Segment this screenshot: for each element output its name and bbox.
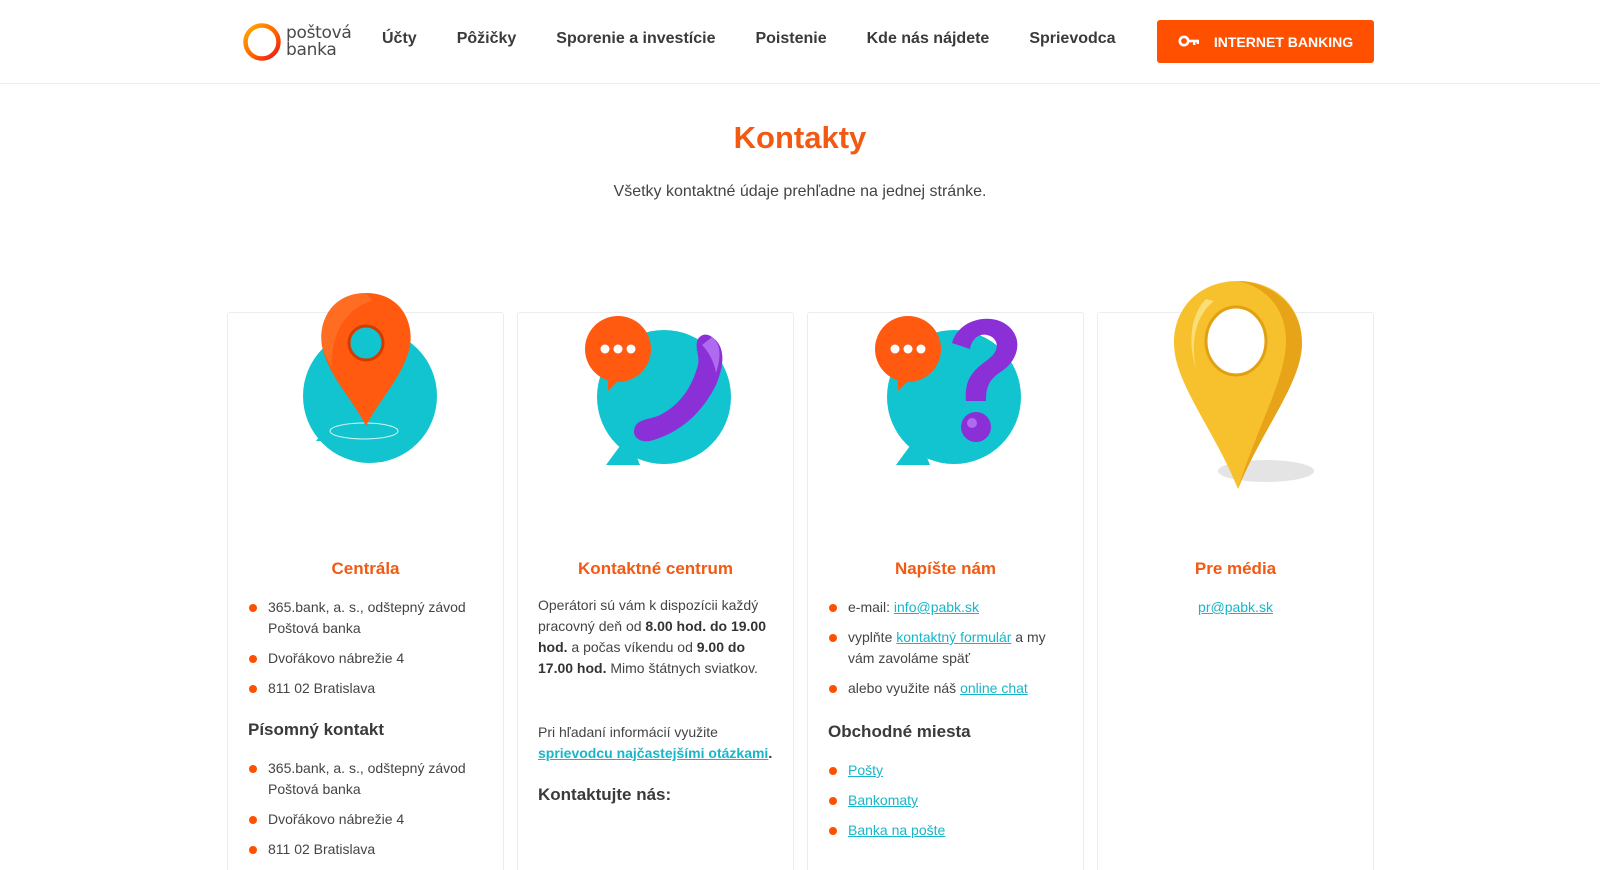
- list-item: Banka na pošte: [828, 820, 1063, 841]
- map-pin-bubble-icon: [302, 291, 442, 476]
- card-title-napiste-nam: Napíšte nám: [894, 559, 997, 578]
- text: Pri hľadaní informácií využite: [538, 724, 718, 740]
- card-kontaktne-centrum: Kontaktné centrum Operátori sú vám k dis…: [517, 312, 794, 870]
- nav-ucty[interactable]: Účty: [382, 30, 417, 48]
- list-item: Dvořákovo nábrežie 4: [248, 809, 483, 830]
- text: .: [768, 745, 773, 761]
- posty-link[interactable]: Pošty: [848, 762, 883, 778]
- branches-list: Pošty Bankomaty Banka na pošte: [828, 760, 1063, 841]
- list-item: 365.bank, a. s., odštepný závod Poštová …: [248, 597, 483, 639]
- list-item: 811 02 Bratislava: [248, 678, 483, 699]
- card-title-kontaktne-centrum: Kontaktné centrum: [578, 559, 733, 578]
- nav-poistenie[interactable]: Poistenie: [755, 30, 826, 48]
- online-chat-link[interactable]: online chat: [960, 680, 1028, 696]
- bankomaty-link[interactable]: Bankomaty: [848, 792, 918, 808]
- card-title-pre-media: Pre média: [1194, 559, 1277, 578]
- page-subtitle: Všetky kontaktné údaje prehľadne na jedn…: [613, 183, 987, 200]
- address-list: 365.bank, a. s., odštepný závod Poštová …: [248, 597, 483, 699]
- nav-pozicky[interactable]: Pôžičky: [457, 30, 517, 48]
- list-item: Pošty: [828, 760, 1063, 781]
- internet-banking-label: INTERNET BANKING: [1213, 33, 1354, 50]
- subheading-pisomny-kontakt: Písomný kontakt: [248, 720, 385, 739]
- subheading-kontaktujte-nas: Kontaktujte nás:: [538, 785, 672, 804]
- text: Mimo štátnych sviatkov.: [606, 660, 758, 676]
- logo[interactable]: poštová banka: [242, 20, 352, 64]
- text: vyplňte: [848, 629, 897, 645]
- subheading-obchodne-miesta: Obchodné miesta: [828, 722, 971, 741]
- contact-form-link[interactable]: kontaktný formulár: [896, 629, 1011, 645]
- list-item: Bankomaty: [828, 790, 1063, 811]
- nav-sporenie[interactable]: Sporenie a investície: [556, 30, 715, 48]
- list-item: Dvořákovo nábrežie 4: [248, 648, 483, 669]
- faq-link[interactable]: sprievodcu najčastejšími otázkami: [538, 745, 768, 761]
- list-item-chat: alebo využite náš online chat: [828, 678, 1063, 699]
- gold-pin-icon: [1166, 279, 1316, 504]
- text: alebo využite náš: [848, 680, 961, 696]
- list-item-form: vyplňte kontaktný formulár a my vám zavo…: [828, 627, 1063, 669]
- opening-hours-text: Operátori sú vám k dispozícii každý prac…: [538, 595, 773, 679]
- main-nav: Účty Pôžičky Sporenie a investície Poist…: [382, 30, 1156, 48]
- card-centrala: Centrála 365.bank, a. s., odštepný závod…: [227, 293, 504, 870]
- list-item-email: e-mail: info@pabk.sk: [828, 597, 1063, 618]
- email-label: e-mail:: [848, 599, 894, 615]
- card-napiste-nam: Napíšte nám e-mail: info@pabk.sk vyplňte…: [807, 312, 1084, 870]
- logo-text-line2: banka: [286, 40, 337, 60]
- write-us-list: e-mail: info@pabk.sk vyplňte kontaktný f…: [828, 597, 1063, 699]
- list-item: 811 02 Bratislava: [248, 839, 483, 860]
- page-title: Kontakty: [733, 120, 867, 155]
- card-title-centrala: Centrála: [331, 559, 400, 578]
- email-link[interactable]: info@pabk.sk: [894, 599, 979, 615]
- nav-sprievodca[interactable]: Sprievodca: [1029, 30, 1115, 48]
- logo-ring-icon: [242, 22, 282, 62]
- question-chat-icon: [874, 315, 1034, 480]
- nav-kde-nas-najdete[interactable]: Kde nás nájdete: [867, 30, 990, 48]
- media-email-link[interactable]: pr@pabk.sk: [1198, 599, 1273, 615]
- faq-text: Pri hľadaní informácií využite sprievodc…: [538, 722, 773, 764]
- text: a počas víkendu od: [567, 639, 697, 655]
- internet-banking-button[interactable]: INTERNET BANKING: [1157, 20, 1374, 63]
- card-pre-media: Pre média pr@pabk.sk: [1097, 281, 1374, 870]
- banka-na-poste-link[interactable]: Banka na pošte: [848, 822, 945, 838]
- site-header: poštová banka Účty Pôžičky Sporenie a in…: [0, 0, 1600, 84]
- list-item: 365.bank, a. s., odštepný závod Poštová …: [248, 758, 483, 800]
- key-icon: [1178, 34, 1200, 50]
- phone-chat-icon: [584, 315, 734, 480]
- written-contact-list: 365.bank, a. s., odštepný závod Poštová …: [248, 758, 483, 860]
